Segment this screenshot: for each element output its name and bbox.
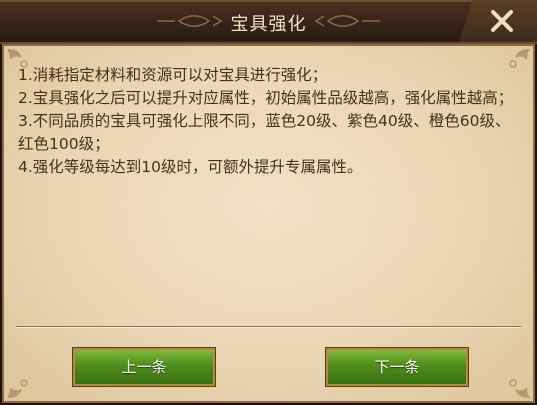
rule-item: 3.不同品质的宝具可强化上限不同，蓝色20级、紫色40级、橙色60级、红色100…: [18, 112, 511, 153]
enhance-help-dialog: 宝具强化 1.消耗指定材料和资源可以对宝具进行强化； 2.宝具强化之后可以提升对…: [0, 0, 537, 405]
rule-item: 4.强化等级每达到10级时，可额外提升专属属性。: [18, 158, 363, 176]
prev-button[interactable]: 上一条: [72, 347, 216, 387]
title-ornament-right: [314, 15, 380, 27]
title-bar: 宝具强化: [0, 0, 537, 44]
rule-item: 1.消耗指定材料和资源可以对宝具进行强化；: [18, 66, 328, 84]
corner-ornament-icon: [509, 379, 530, 398]
rules-panel: 1.消耗指定材料和资源可以对宝具进行强化； 2.宝具强化之后可以提升对应属性，初…: [2, 44, 535, 403]
close-button[interactable]: [459, 0, 537, 42]
close-icon: [491, 10, 513, 32]
divider: [16, 326, 521, 328]
corner-ornament-icon: [7, 379, 28, 398]
dialog-title: 宝具强化: [230, 14, 307, 35]
rules-text: 1.消耗指定材料和资源可以对宝具进行强化； 2.宝具强化之后可以提升对应属性，初…: [18, 64, 523, 179]
next-button[interactable]: 下一条: [325, 347, 469, 387]
rule-item: 2.宝具强化之后可以提升对应属性，初始属性品级越高，强化属性越高；: [18, 89, 514, 107]
